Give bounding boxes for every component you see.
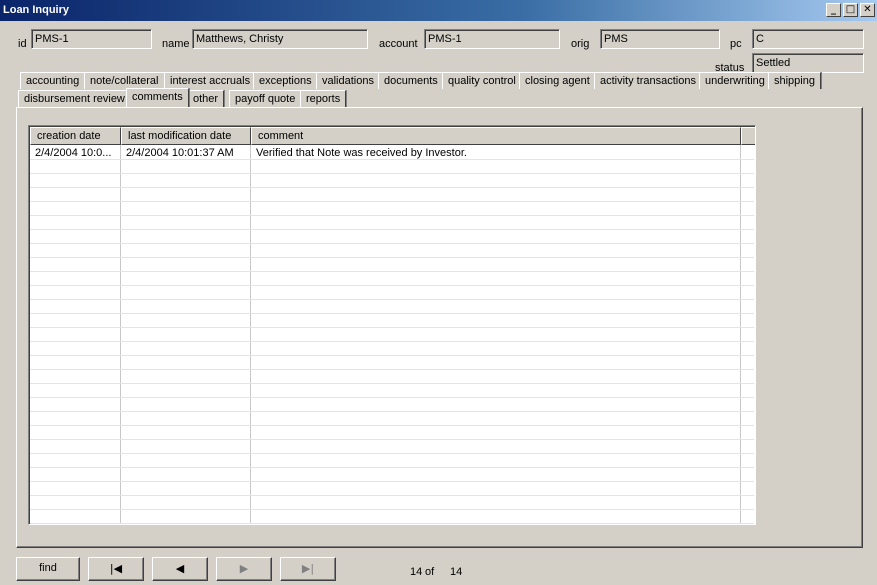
- grid-row-line: [30, 257, 754, 258]
- grid-row-line: [30, 481, 754, 482]
- table-row[interactable]: 2/4/2004 10:0... 2/4/2004 10:01:37 AM Ve…: [30, 146, 741, 160]
- column-header-comment[interactable]: comment: [251, 127, 741, 145]
- first-record-icon: |◀: [109, 562, 123, 575]
- cell-creation-date: 2/4/2004 10:0...: [35, 147, 112, 159]
- grid-row-line: [30, 341, 754, 342]
- previous-record-icon: ◀: [175, 562, 185, 575]
- tab-note-collateral[interactable]: note/collateral: [84, 72, 165, 89]
- title-bar: Loan Inquiry _ □ ✕: [0, 0, 877, 21]
- tab-exceptions[interactable]: exceptions: [253, 72, 318, 89]
- tab-payoff-quote[interactable]: payoff quote: [229, 90, 302, 107]
- orig-label: orig: [571, 38, 590, 50]
- tab-underwriting[interactable]: underwriting: [699, 72, 771, 89]
- grid-row-line: [30, 215, 754, 216]
- tab-closing-agent[interactable]: closing agent: [519, 72, 596, 89]
- find-button[interactable]: find: [16, 557, 80, 581]
- tab-quality-control[interactable]: quality control: [442, 72, 522, 89]
- grid-row-line: [30, 243, 754, 244]
- column-header-filler: [741, 127, 755, 145]
- grid-header: creation date last modification date com…: [30, 127, 755, 145]
- grid-row-line: [30, 523, 754, 524]
- record-total: 14: [450, 566, 463, 578]
- id-field[interactable]: PMS-1: [31, 29, 152, 49]
- grid-row-line: [30, 299, 754, 300]
- first-record-button[interactable]: |◀: [88, 557, 144, 581]
- grid-row-line: [30, 285, 754, 286]
- tab-interest-accruals[interactable]: interest accruals: [164, 72, 257, 89]
- tab-comments[interactable]: comments: [126, 88, 189, 107]
- orig-field[interactable]: PMS: [600, 29, 720, 49]
- last-record-button[interactable]: ▶|: [280, 557, 336, 581]
- comments-grid[interactable]: creation date last modification date com…: [28, 125, 756, 525]
- next-record-icon: ▶: [239, 562, 249, 575]
- window-controls: _ □ ✕: [826, 3, 875, 17]
- tab-activity-transactions[interactable]: activity transactions: [594, 72, 702, 89]
- grid-row-line: [30, 467, 754, 468]
- column-header-creation-date[interactable]: creation date: [30, 127, 121, 145]
- grid-row-line: [30, 509, 754, 510]
- record-of-label: of: [425, 566, 435, 578]
- window-title: Loan Inquiry: [3, 4, 69, 16]
- account-label: account: [379, 38, 418, 50]
- last-record-icon: ▶|: [301, 562, 315, 575]
- name-field[interactable]: Matthews, Christy: [192, 29, 368, 49]
- grid-row-line: [30, 495, 754, 496]
- tab-validations[interactable]: validations: [316, 72, 380, 89]
- grid-row-line: [30, 271, 754, 272]
- next-record-button[interactable]: ▶: [216, 557, 272, 581]
- close-icon[interactable]: ✕: [860, 3, 875, 17]
- account-field[interactable]: PMS-1: [424, 29, 560, 49]
- tab-accounting[interactable]: accounting: [20, 72, 86, 89]
- column-header-last-modification-date[interactable]: last modification date: [121, 127, 251, 145]
- tab-disbursement-review[interactable]: disbursement review: [18, 90, 131, 107]
- pc-label: pc: [730, 38, 742, 50]
- grid-row-line: [30, 313, 754, 314]
- cell-comment: Verified that Note was received by Inves…: [256, 147, 467, 159]
- tab-other[interactable]: other: [187, 90, 225, 107]
- grid-row-line: [30, 383, 754, 384]
- grid-row-line: [30, 425, 754, 426]
- tab-shipping[interactable]: shipping: [768, 72, 821, 89]
- grid-row-line: [30, 355, 754, 356]
- grid-row-line: [30, 453, 754, 454]
- grid-row-line: [30, 201, 754, 202]
- grid-row-line: [30, 369, 754, 370]
- cell-last-modification-date: 2/4/2004 10:01:37 AM: [126, 147, 234, 159]
- status-field[interactable]: Settled: [752, 53, 864, 73]
- id-label: id: [18, 38, 27, 50]
- name-label: name: [162, 38, 190, 50]
- tab-reports[interactable]: reports: [300, 90, 347, 107]
- tab-documents[interactable]: documents: [378, 72, 444, 89]
- grid-row-line: [30, 397, 754, 398]
- grid-row-line: [30, 439, 754, 440]
- grid-row-line: [30, 173, 754, 174]
- pc-field[interactable]: C: [752, 29, 864, 49]
- previous-record-button[interactable]: ◀: [152, 557, 208, 581]
- grid-row-line: [30, 327, 754, 328]
- grid-row-line: [30, 187, 754, 188]
- record-current: 14: [410, 566, 423, 578]
- grid-row-line: [30, 229, 754, 230]
- minimize-icon[interactable]: _: [826, 3, 841, 17]
- maximize-icon[interactable]: □: [843, 3, 858, 17]
- grid-row-line: [30, 411, 754, 412]
